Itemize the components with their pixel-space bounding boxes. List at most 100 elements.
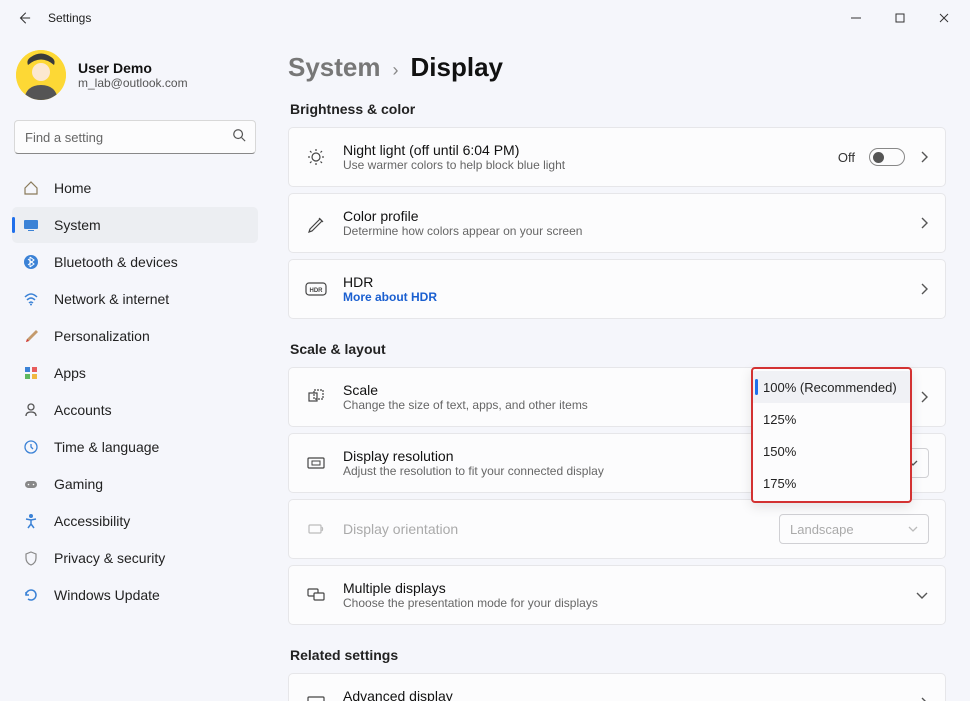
scale-option-100[interactable]: 100% (Recommended) — [753, 371, 910, 403]
nav-label: Accounts — [54, 402, 112, 418]
dropdown-value: Landscape — [790, 522, 854, 537]
nav-label: Personalization — [54, 328, 150, 344]
back-button[interactable] — [4, 0, 44, 36]
wifi-icon — [22, 290, 40, 308]
card-title: Color profile — [343, 208, 903, 224]
chevron-right-icon — [919, 216, 929, 230]
home-icon — [22, 179, 40, 197]
card-title: Advanced display — [343, 688, 903, 701]
pen-icon — [305, 213, 327, 233]
nav-time[interactable]: Time & language — [12, 429, 258, 465]
minimize-button[interactable] — [834, 2, 878, 34]
chevron-down-icon — [915, 590, 929, 600]
nav-home[interactable]: Home — [12, 170, 258, 206]
nightlight-toggle[interactable] — [869, 148, 905, 166]
section-scale: Scale & layout — [290, 341, 946, 357]
nav-label: Home — [54, 180, 91, 196]
profile-text: User Demo m_lab@outlook.com — [78, 60, 188, 90]
section-brightness: Brightness & color — [290, 101, 946, 117]
orientation-icon — [305, 519, 327, 539]
card-desc: Choose the presentation mode for your di… — [343, 596, 899, 610]
nav-label: Windows Update — [54, 587, 160, 603]
scale-option-150[interactable]: 150% — [753, 435, 910, 467]
bluetooth-icon — [22, 253, 40, 271]
window-controls — [834, 2, 966, 34]
card-advanced[interactable]: Advanced display Display information, re… — [288, 673, 946, 701]
nav-privacy[interactable]: Privacy & security — [12, 540, 258, 576]
accounts-icon — [22, 401, 40, 419]
search-input[interactable] — [14, 120, 256, 154]
scale-option-125[interactable]: 125% — [753, 403, 910, 435]
hdr-link[interactable]: More about HDR — [343, 290, 903, 304]
chevron-right-icon — [919, 390, 929, 404]
update-icon — [22, 586, 40, 604]
profile-name: User Demo — [78, 60, 188, 76]
svg-text:HDR: HDR — [310, 288, 324, 294]
card-multiple[interactable]: Multiple displays Choose the presentatio… — [288, 565, 946, 625]
profile-email: m_lab@outlook.com — [78, 76, 188, 90]
profile-block[interactable]: User Demo m_lab@outlook.com — [12, 46, 258, 116]
nav-network[interactable]: Network & internet — [12, 281, 258, 317]
system-icon — [22, 216, 40, 234]
apps-icon — [22, 364, 40, 382]
card-title: Display resolution — [343, 448, 763, 464]
nav-gaming[interactable]: Gaming — [12, 466, 258, 502]
breadcrumb-parent[interactable]: System — [288, 52, 381, 83]
nav-bluetooth[interactable]: Bluetooth & devices — [12, 244, 258, 280]
card-orientation: Display orientation Landscape — [288, 499, 946, 559]
gaming-icon — [22, 475, 40, 493]
nav-label: Gaming — [54, 476, 103, 492]
scale-icon — [305, 387, 327, 407]
nav-label: Bluetooth & devices — [54, 254, 178, 270]
nav-update[interactable]: Windows Update — [12, 577, 258, 613]
card-desc: Determine how colors appear on your scre… — [343, 224, 903, 238]
nav-label: System — [54, 217, 101, 233]
chevron-right-icon — [919, 150, 929, 164]
chevron-down-icon — [908, 526, 918, 532]
breadcrumb: System › Display — [288, 52, 946, 83]
card-desc: Use warmer colors to help block blue lig… — [343, 158, 822, 172]
close-button[interactable] — [922, 2, 966, 34]
nav-label: Time & language — [54, 439, 159, 455]
shield-icon — [22, 549, 40, 567]
clock-icon — [22, 438, 40, 456]
card-title: Scale — [343, 382, 707, 398]
accessibility-icon — [22, 512, 40, 530]
chevron-right-icon — [919, 696, 929, 701]
card-colorprofile[interactable]: Color profile Determine how colors appea… — [288, 193, 946, 253]
nav-personalization[interactable]: Personalization — [12, 318, 258, 354]
nav-apps[interactable]: Apps — [12, 355, 258, 391]
nav-label: Apps — [54, 365, 86, 381]
nav-list: Home System Bluetooth & devices Network … — [12, 170, 258, 613]
hdr-icon: HDR — [305, 282, 327, 296]
card-hdr[interactable]: HDR HDR More about HDR — [288, 259, 946, 319]
monitor-icon — [305, 693, 327, 701]
card-desc: Adjust the resolution to fit your connec… — [343, 464, 763, 478]
resolution-icon — [305, 453, 327, 473]
nav-system[interactable]: System — [12, 207, 258, 243]
nav-accounts[interactable]: Accounts — [12, 392, 258, 428]
nav-label: Accessibility — [54, 513, 130, 529]
app-title: Settings — [48, 11, 91, 25]
orientation-dropdown: Landscape — [779, 514, 929, 544]
nav-accessibility[interactable]: Accessibility — [12, 503, 258, 539]
sidebar: User Demo m_lab@outlook.com Home System … — [0, 36, 270, 701]
search-icon — [232, 128, 246, 142]
nav-label: Network & internet — [54, 291, 169, 307]
scale-dropdown-popup: 100% (Recommended) 125% 150% 175% — [751, 367, 912, 503]
breadcrumb-current: Display — [411, 52, 504, 83]
multidisplay-icon — [305, 585, 327, 605]
nav-label: Privacy & security — [54, 550, 165, 566]
card-title: HDR — [343, 274, 903, 290]
card-title: Night light (off until 6:04 PM) — [343, 142, 822, 158]
maximize-button[interactable] — [878, 2, 922, 34]
section-related: Related settings — [290, 647, 946, 663]
card-title: Multiple displays — [343, 580, 899, 596]
card-title: Display orientation — [343, 521, 763, 537]
nightlight-icon — [305, 147, 327, 167]
card-nightlight[interactable]: Night light (off until 6:04 PM) Use warm… — [288, 127, 946, 187]
scale-option-175[interactable]: 175% — [753, 467, 910, 499]
chevron-right-icon — [919, 282, 929, 296]
titlebar: Settings — [0, 0, 970, 36]
toggle-label: Off — [838, 150, 855, 165]
